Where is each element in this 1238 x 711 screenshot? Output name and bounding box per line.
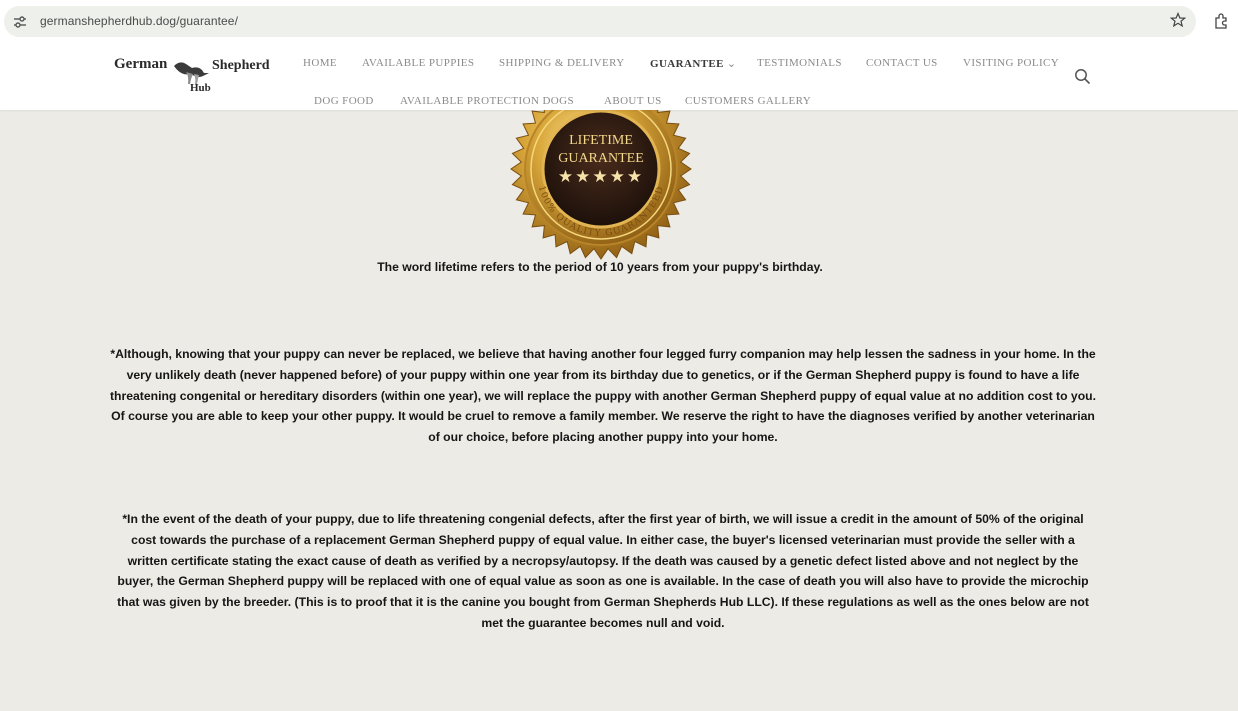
nav-customers-gallery[interactable]: CUSTOMERS GALLERY <box>685 95 811 107</box>
site-header: German Shepherd Hub HOME AVAILABLE PUPPI… <box>0 44 1238 110</box>
logo-word-german: German <box>114 56 168 72</box>
badge-stars: ★★★★★ <box>558 167 644 187</box>
nav-contact-us[interactable]: CONTACT US <box>866 57 938 69</box>
nav-testimonials[interactable]: TESTIMONIALS <box>757 57 842 69</box>
guarantee-paragraph-replacement: *Although, knowing that your puppy can n… <box>110 347 1096 445</box>
nav-about-us[interactable]: ABOUT US <box>604 95 662 107</box>
nav-guarantee[interactable]: GUARANTEE ⌄ <box>650 57 737 70</box>
lifetime-definition: The word lifetime refers to the period o… <box>377 260 823 274</box>
nav-visiting-policy[interactable]: VISITING POLICY <box>963 57 1059 69</box>
logo-word-shepherd: Shepherd <box>212 58 270 73</box>
guarantee-paragraph-credit: *In the event of the death of your puppy… <box>117 512 1089 630</box>
badge-line-guarantee: GUARANTEE <box>558 151 644 166</box>
logo-word-hub: Hub <box>190 82 211 94</box>
site-logo[interactable]: German Shepherd Hub <box>114 52 279 104</box>
nav-home[interactable]: HOME <box>303 57 337 69</box>
search-icon[interactable] <box>1074 68 1091 85</box>
nav-guarantee-label: GUARANTEE <box>650 58 724 70</box>
chevron-down-icon: ⌄ <box>726 58 737 70</box>
nav-available-protection-dogs[interactable]: AVAILABLE PROTECTION DOGS <box>400 95 574 107</box>
nav-available-puppies[interactable]: AVAILABLE PUPPIES <box>362 57 474 69</box>
nav-dog-food[interactable]: DOG FOOD <box>314 95 374 107</box>
badge-line-lifetime: LIFETIME <box>569 133 633 148</box>
nav-shipping-delivery[interactable]: SHIPPING & DELIVERY <box>499 57 625 69</box>
